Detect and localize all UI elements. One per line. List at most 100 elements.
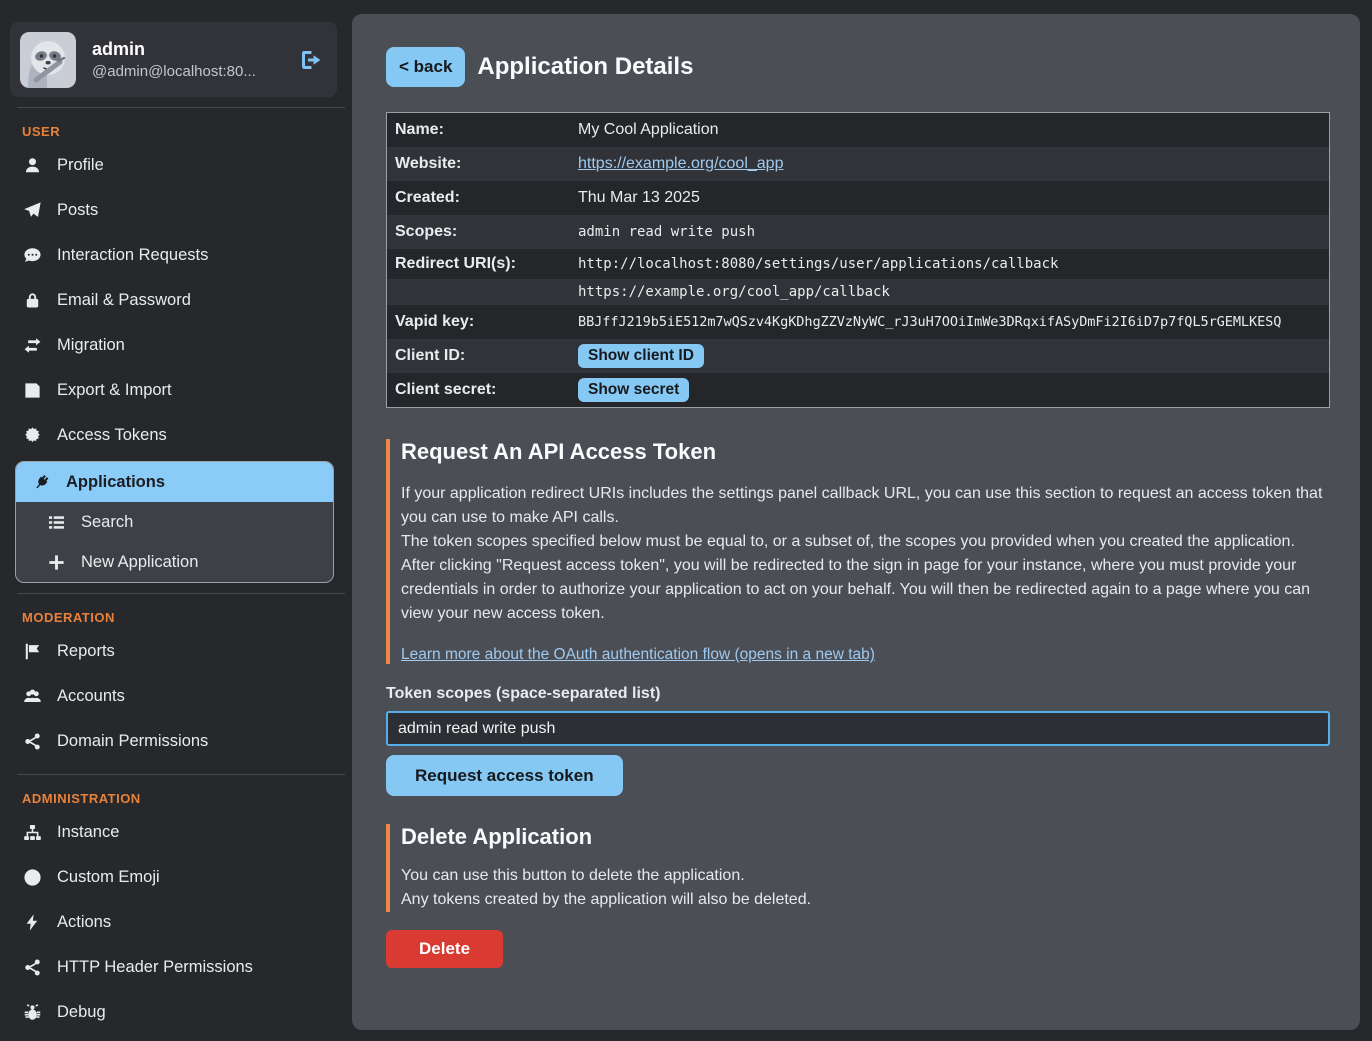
sidebar-item-label: Custom Emoji <box>57 868 160 887</box>
table-row-vapid-key: Vapid key: BBJffJ219b5iE512m7wQSzv4KgKDh… <box>387 305 1329 339</box>
sidebar-item-http-header-permissions[interactable]: HTTP Header Permissions <box>0 945 345 990</box>
divider <box>17 107 345 108</box>
delete-application-heading: Delete Application <box>401 824 1330 850</box>
name-value: My Cool Application <box>578 121 1329 139</box>
created-value: Thu Mar 13 2025 <box>578 189 1329 207</box>
username: admin <box>92 39 299 60</box>
sidebar-item-reports[interactable]: Reports <box>0 629 345 674</box>
sidebar-nav-moderation: Reports Accounts Domain Permissions <box>0 629 345 764</box>
request-access-token-button[interactable]: Request access token <box>386 755 623 796</box>
floppy-disk-icon <box>22 381 42 400</box>
sidebar-item-instance[interactable]: Instance <box>0 810 345 855</box>
sidebar-item-label: Actions <box>57 913 111 932</box>
share-nodes-icon <box>22 732 42 751</box>
sidebar-item-access-tokens[interactable]: Access Tokens <box>0 413 345 458</box>
application-details-table: Name: My Cool Application Website: https… <box>386 112 1330 408</box>
users-icon <box>22 687 42 706</box>
delete-application-section: Delete Application You can use this butt… <box>386 824 1330 912</box>
paper-plane-icon <box>22 201 42 220</box>
sidebar-item-debug[interactable]: Debug <box>0 990 345 1035</box>
list-icon <box>46 513 66 532</box>
request-token-description: If your application redirect URIs includ… <box>401 482 1330 626</box>
sidebar-item-label: Profile <box>57 156 104 175</box>
share-nodes-icon <box>22 958 42 977</box>
sidebar: admin @admin@localhost:80... USER Profil… <box>0 0 345 1041</box>
sidebar-item-export-import[interactable]: Export & Import <box>0 368 345 413</box>
token-scopes-label: Token scopes (space-separated list) <box>386 685 1330 703</box>
table-row-website: Website: https://example.org/cool_app <box>387 147 1329 181</box>
user-icon <box>22 156 42 175</box>
sidebar-item-interaction-requests[interactable]: Interaction Requests <box>0 233 345 278</box>
table-row-redirect-uri-1: Redirect URI(s): http://localhost:8080/s… <box>387 249 1329 279</box>
divider <box>17 774 345 775</box>
sidebar-item-new-application[interactable]: New Application <box>16 542 333 582</box>
sidebar-item-domain-permissions[interactable]: Domain Permissions <box>0 719 345 764</box>
table-row-redirect-uri-2: https://example.org/cool_app/callback <box>387 279 1329 305</box>
lock-icon <box>22 291 42 310</box>
sidebar-item-custom-emoji[interactable]: Custom Emoji <box>0 855 345 900</box>
applications-group: Applications Search New Application <box>15 461 334 583</box>
sign-out-icon[interactable] <box>299 48 323 72</box>
main-area: < back Application Details Name: My Cool… <box>345 0 1372 1041</box>
scopes-value: admin read write push <box>578 224 1329 240</box>
user-meta: admin @admin@localhost:80... <box>92 39 299 80</box>
table-row-client-secret: Client secret: Show secret <box>387 373 1329 407</box>
user-card: admin @admin@localhost:80... <box>10 22 337 97</box>
page-header: < back Application Details <box>386 47 1330 87</box>
bolt-icon <box>22 913 42 932</box>
sidebar-item-actions[interactable]: Actions <box>0 900 345 945</box>
sidebar-item-label: Migration <box>57 336 125 355</box>
table-row-created: Created: Thu Mar 13 2025 <box>387 181 1329 215</box>
redirect-uri-2: https://example.org/cool_app/callback <box>578 284 1329 300</box>
sidebar-item-label: Access Tokens <box>57 426 167 445</box>
sidebar-nav-administration: Instance Custom Emoji Actions HTTP Heade… <box>0 810 345 1035</box>
sidebar-item-migration[interactable]: Migration <box>0 323 345 368</box>
sidebar-item-label: Email & Password <box>57 291 191 310</box>
section-header-user: USER <box>22 124 345 139</box>
table-row-scopes: Scopes: admin read write push <box>387 215 1329 249</box>
certificate-icon <box>22 426 42 445</box>
sidebar-item-profile[interactable]: Profile <box>0 143 345 188</box>
sidebar-item-label: HTTP Header Permissions <box>57 958 253 977</box>
smile-icon <box>22 868 42 887</box>
sidebar-item-label: Instance <box>57 823 119 842</box>
user-handle: @admin@localhost:80... <box>92 63 299 80</box>
application-details-panel: < back Application Details Name: My Cool… <box>352 14 1360 1030</box>
sidebar-nav: Profile Posts Interaction Requests Email… <box>0 143 345 583</box>
sitemap-icon <box>22 823 42 842</box>
sidebar-item-label: Accounts <box>57 687 125 706</box>
sidebar-item-email-password[interactable]: Email & Password <box>0 278 345 323</box>
plug-icon <box>31 473 51 492</box>
show-client-id-button[interactable]: Show client ID <box>578 344 704 368</box>
comment-dots-icon <box>22 246 42 265</box>
sidebar-item-accounts[interactable]: Accounts <box>0 674 345 719</box>
bug-icon <box>22 1003 42 1022</box>
show-secret-button[interactable]: Show secret <box>578 378 689 402</box>
sidebar-item-posts[interactable]: Posts <box>0 188 345 233</box>
table-row-client-id: Client ID: Show client ID <box>387 339 1329 373</box>
sidebar-item-label: Applications <box>66 473 165 492</box>
sidebar-item-label: New Application <box>81 553 198 572</box>
flag-icon <box>22 642 42 661</box>
back-button[interactable]: < back <box>386 47 465 87</box>
exchange-icon <box>22 336 42 355</box>
delete-application-description: You can use this button to delete the ap… <box>401 864 1330 912</box>
table-row-name: Name: My Cool Application <box>387 113 1329 147</box>
avatar <box>20 32 76 88</box>
section-header-moderation: MODERATION <box>22 610 345 625</box>
divider <box>17 593 345 594</box>
page-title: Application Details <box>477 53 693 81</box>
sidebar-item-applications-search[interactable]: Search <box>16 502 333 542</box>
sidebar-item-label: Domain Permissions <box>57 732 208 751</box>
request-token-heading: Request An API Access Token <box>401 439 1330 465</box>
sidebar-item-label: Reports <box>57 642 115 661</box>
oauth-docs-link[interactable]: Learn more about the OAuth authenticatio… <box>401 646 875 664</box>
token-scopes-input[interactable] <box>386 711 1330 746</box>
sidebar-item-label: Posts <box>57 201 98 220</box>
website-link[interactable]: https://example.org/cool_app <box>578 155 783 172</box>
sidebar-item-applications[interactable]: Applications <box>16 462 333 502</box>
section-header-administration: ADMINISTRATION <box>22 791 345 806</box>
vapid-key-value: BBJffJ219b5iE512m7wQSzv4KgKDhgZZVzNyWC_r… <box>578 314 1329 330</box>
request-token-section: Request An API Access Token If your appl… <box>386 439 1330 664</box>
delete-button[interactable]: Delete <box>386 930 503 968</box>
